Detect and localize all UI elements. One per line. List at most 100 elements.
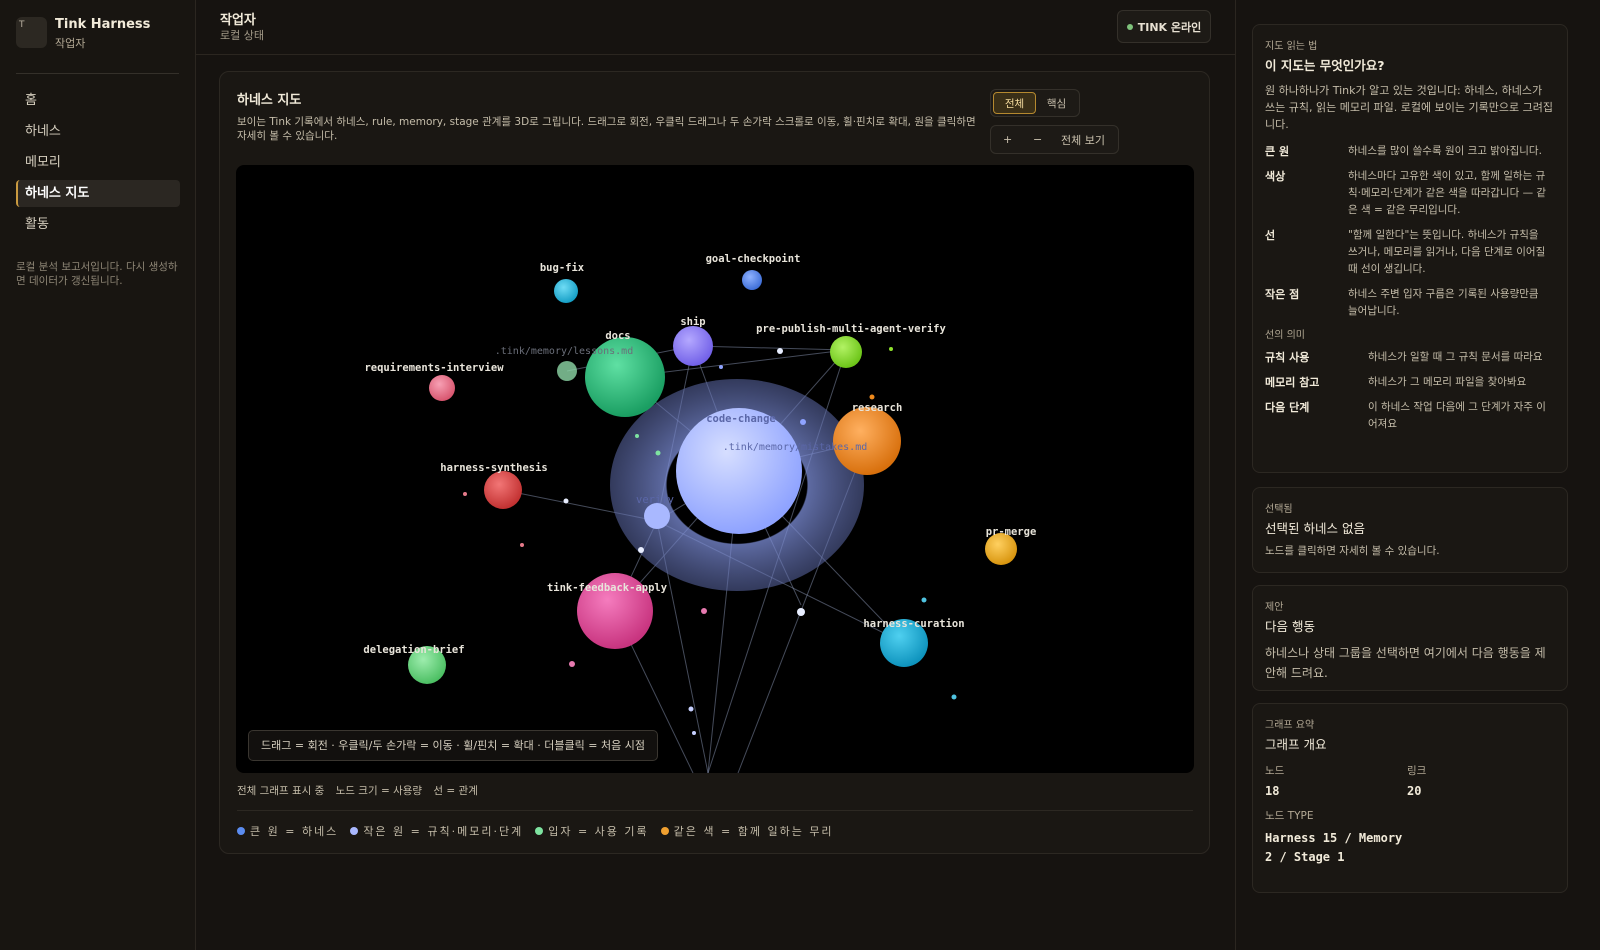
- card-divider: [237, 810, 1193, 811]
- sidebar-item-harness-map[interactable]: 하네스 지도: [16, 180, 180, 207]
- def-term: 작은 점: [1265, 288, 1300, 301]
- legend-item: 입자 = 사용 기록: [535, 823, 648, 839]
- graph-legend: 큰 원 = 하네스 작은 원 = 규칙·메모리·단계 입자 = 사용 기록 같은…: [237, 823, 834, 839]
- particle: [520, 543, 524, 547]
- label-bug-fix: bug-fix: [540, 262, 585, 274]
- guide-intro: 원 하나하나가 Tink가 알고 있는 것입니다: 하네스, 하네스가 쓰는 규…: [1265, 84, 1553, 131]
- def-term: 규칙 사용: [1265, 351, 1310, 364]
- particle: [869, 394, 875, 400]
- def-term: 색상: [1265, 170, 1286, 183]
- particle: [463, 492, 467, 496]
- edge: [692, 345, 847, 351]
- guide-defs: 큰 원 하네스를 많이 쓸수록 원이 크고 밝아집니다. 색상 하네스마다 고유한 …: [1265, 143, 1555, 320]
- def-desc: "함께 일한다"는 뜻입니다. 하네스가 규칙을 쓰거나, 메모리를 읽거나, …: [1348, 229, 1546, 275]
- def-desc: 하네스마다 고유한 색이 있고, 함께 일하는 규칙·메모리·단계가 같은 색을…: [1348, 170, 1547, 216]
- label-delegation-brief: delegation-brief: [363, 644, 464, 656]
- label-ship: ship: [680, 316, 705, 328]
- node-goal-checkpoint[interactable]: [742, 270, 762, 290]
- def-row: 큰 원 하네스를 많이 쓸수록 원이 크고 밝아집니다.: [1265, 143, 1555, 160]
- status-badge[interactable]: TINK 온라인: [1117, 10, 1211, 43]
- summary-title: 그래프 개요: [1265, 737, 1327, 752]
- def-term: 큰 원: [1265, 145, 1290, 158]
- def-row: 선 "함께 일한다"는 뜻입니다. 하네스가 규칙을 쓰거나, 메모리를 읽거나,…: [1265, 227, 1555, 278]
- particle: [951, 694, 957, 700]
- label-requirements-interview: requirements-interview: [364, 362, 504, 374]
- node-harness-synthesis[interactable]: [484, 471, 522, 509]
- def-desc: 이 하네스 작업 다음에 그 단계가 자주 이어져요: [1368, 401, 1546, 430]
- zoom-out-button[interactable]: −: [1033, 133, 1053, 146]
- def-term: 선: [1265, 229, 1276, 242]
- toggle-core-button[interactable]: 핵심: [1036, 92, 1077, 114]
- node-verify[interactable]: [644, 503, 670, 529]
- label-pre-publish-multi-agent-verify: pre-publish-multi-agent-verify: [756, 323, 946, 335]
- sidebar-item-harness[interactable]: 하네스: [16, 118, 180, 145]
- graph-svg[interactable]: code-change docs research tink-feedback-…: [236, 165, 1194, 773]
- graph-hint: 드래그 = 회전 · 우클릭/두 손가락 = 이동 · 휠/핀치 = 확대 · …: [248, 730, 658, 761]
- toggle-all-button[interactable]: 전체: [993, 92, 1036, 114]
- graph-status-mode: 전체 그래프 표시 중: [237, 785, 325, 797]
- stat-label: 노드: [1265, 765, 1285, 777]
- fit-view-button[interactable]: 전체 보기: [1061, 132, 1105, 148]
- selected-kicker: 선택됨: [1265, 504, 1293, 515]
- def-desc: 하네스 주변 입자 구름은 기록된 사용량만큼 늘어납니다.: [1348, 288, 1539, 317]
- node-code-change[interactable]: [676, 408, 802, 534]
- status-dot-icon: [1126, 23, 1133, 30]
- suggest-kicker: 제안: [1265, 602, 1284, 613]
- page-title: 작업자: [220, 13, 256, 28]
- sidebar-item-memory[interactable]: 메모리: [16, 149, 180, 176]
- page-subtitle: 로컬 상태: [220, 29, 264, 42]
- guide-title: 이 지도는 무엇인가요?: [1265, 58, 1385, 73]
- sidebar-divider: [16, 73, 179, 74]
- particle: [563, 498, 569, 504]
- label-tink-feedback-apply: tink-feedback-apply: [547, 582, 668, 594]
- label-harness-synthesis: harness-synthesis: [440, 462, 547, 474]
- label-code-change: code-change: [706, 413, 776, 425]
- node-ship[interactable]: [673, 326, 713, 366]
- particle: [921, 597, 927, 603]
- node-lessons-md[interactable]: [557, 361, 577, 381]
- summary-card: 그래프 요약 그래프 개요 노드 18 링크 20 노드 TYPE Harnes…: [1252, 703, 1568, 893]
- right-panel: 지도 읽는 법 이 지도는 무엇인가요? 원 하나하나가 Tink가 알고 있는…: [1235, 0, 1600, 950]
- particle: [889, 347, 893, 351]
- legend-item: 큰 원 = 하네스: [237, 823, 338, 839]
- brand: T Tink Harness 작업자: [16, 17, 150, 51]
- node-bug-fix[interactable]: [554, 279, 578, 303]
- legend-label: 작은 원 = 규칙·메모리·단계: [363, 825, 524, 838]
- status-label: TINK 온라인: [1137, 20, 1202, 34]
- brand-subtitle: 작업자: [55, 37, 86, 50]
- view-toggle: 전체 핵심: [990, 89, 1080, 117]
- sidebar-nav: 홈 하네스 메모리 하네스 지도 활동: [16, 87, 180, 242]
- zoom-in-button[interactable]: +: [1003, 133, 1023, 146]
- node-requirements-interview[interactable]: [429, 375, 455, 401]
- node-pre-publish-multi-agent-verify[interactable]: [830, 336, 862, 368]
- legend-label: 큰 원 = 하네스: [250, 825, 339, 838]
- sidebar-note: 로컬 분석 보고서입니다. 다시 생성하면 데이터가 갱신됩니다.: [16, 261, 178, 287]
- label-harness-curation: harness-curation: [863, 618, 964, 630]
- particle: [569, 661, 575, 667]
- stat-links: 링크 20: [1407, 763, 1549, 798]
- particle: [777, 348, 783, 354]
- legend-dot-icon: [660, 827, 669, 835]
- brand-title: Tink Harness: [55, 17, 151, 32]
- label-mistakes-md: .tink/memory/mistakes.md: [723, 442, 868, 453]
- selected-title: 선택된 하네스 없음: [1265, 521, 1365, 536]
- particle: [655, 450, 661, 456]
- legend-item: 작은 원 = 규칙·메모리·단계: [350, 823, 523, 839]
- legend-label: 같은 색 = 함께 일하는 무리: [673, 825, 834, 838]
- graph-canvas[interactable]: code-change docs research tink-feedback-…: [236, 165, 1194, 773]
- stat-value: 20: [1407, 784, 1422, 798]
- stat-nodes: 노드 18: [1265, 763, 1407, 798]
- line-def-row: 규칙 사용 하네스가 일할 때 그 규칙 문서를 따라요: [1265, 349, 1555, 366]
- label-research: research: [852, 402, 903, 414]
- sidebar-item-activity[interactable]: 활동: [16, 211, 180, 238]
- lines-heading: 선의 의미: [1265, 330, 1305, 341]
- sidebar-item-home[interactable]: 홈: [16, 87, 180, 114]
- def-term: 다음 단계: [1265, 401, 1310, 414]
- node-research[interactable]: [833, 407, 901, 475]
- def-desc: 하네스가 일할 때 그 규칙 문서를 따라요: [1368, 351, 1543, 363]
- legend-item: 같은 색 = 함께 일하는 무리: [660, 823, 834, 839]
- label-lessons-md: .tink/memory/lessons.md: [495, 346, 633, 357]
- line-def-row: 다음 단계 이 하네스 작업 다음에 그 단계가 자주 이어져요: [1265, 399, 1555, 433]
- map-title: 하네스 지도: [237, 93, 302, 108]
- map-description: 보이는 Tink 기록에서 하네스, rule, memory, stage 관…: [237, 116, 976, 142]
